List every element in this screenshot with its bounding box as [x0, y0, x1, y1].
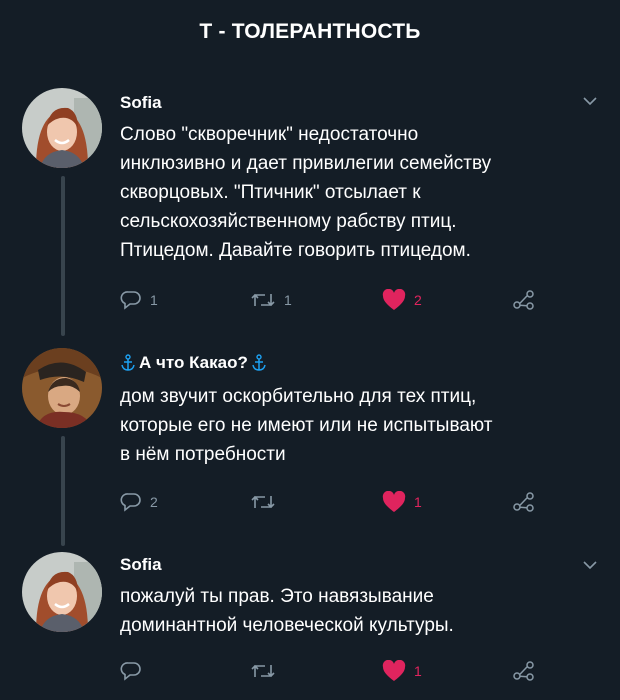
- retweet-button[interactable]: [250, 490, 284, 514]
- avatar-photo: [22, 88, 102, 168]
- share-icon: [513, 290, 534, 310]
- avatar-photo: [22, 348, 102, 428]
- heart-icon: [382, 491, 406, 512]
- author-name[interactable]: Sofia: [120, 555, 162, 575]
- share-button[interactable]: [512, 659, 544, 683]
- like-count: 2: [414, 292, 422, 308]
- thread-line: [61, 176, 65, 336]
- retweet-button[interactable]: [250, 659, 284, 683]
- tweet-actions: 1 1 2: [120, 288, 540, 312]
- reply-button[interactable]: 2: [120, 490, 158, 514]
- retweet-icon: [251, 293, 275, 307]
- retweet-button[interactable]: 1: [250, 288, 292, 312]
- reply-icon: [120, 291, 141, 310]
- avatar[interactable]: [22, 88, 102, 168]
- like-count: 1: [414, 494, 422, 510]
- chevron-down-icon[interactable]: [582, 93, 598, 109]
- author-name-text: А что Какао?: [139, 353, 248, 372]
- like-button[interactable]: 1: [382, 490, 422, 514]
- share-button[interactable]: [512, 288, 544, 312]
- avatar[interactable]: [22, 348, 102, 428]
- tweet-actions: 2 1: [120, 490, 540, 514]
- thread-line: [61, 436, 65, 546]
- reply-icon: [120, 493, 141, 512]
- heart-icon: [382, 289, 406, 310]
- anchor-icon: [252, 354, 266, 371]
- reply-count: 2: [150, 494, 158, 510]
- tweet-text: дом звучит оскорбительно для тех птиц, к…: [120, 386, 493, 465]
- share-icon: [513, 661, 534, 681]
- tweet-actions: 1: [120, 659, 540, 683]
- anchor-icon: [121, 354, 135, 371]
- author-name[interactable]: А что Какао?: [120, 353, 267, 373]
- retweet-count: 1: [284, 292, 292, 308]
- reply-button[interactable]: 1: [120, 288, 158, 312]
- page-title: Т - ТОЛЕРАНТНОСТЬ: [199, 20, 421, 43]
- like-button[interactable]: 2: [382, 288, 422, 312]
- tweet-text: Слово "скворечник" недостаточно инклюзив…: [120, 124, 492, 261]
- retweet-icon: [251, 495, 275, 509]
- reply-count: 1: [150, 292, 158, 308]
- retweet-icon: [251, 664, 275, 678]
- share-button[interactable]: [512, 490, 544, 514]
- avatar-photo: [22, 552, 102, 632]
- heart-icon: [382, 660, 406, 681]
- avatar[interactable]: [22, 552, 102, 632]
- like-button[interactable]: 1: [382, 659, 422, 683]
- chevron-down-icon[interactable]: [582, 557, 598, 573]
- reply-button[interactable]: [120, 659, 150, 683]
- author-name[interactable]: Sofia: [120, 93, 162, 113]
- like-count: 1: [414, 663, 422, 679]
- tweet-text: пожалуй ты прав. Это навязывание доминан…: [120, 586, 454, 636]
- share-icon: [513, 492, 534, 512]
- reply-icon: [120, 662, 141, 681]
